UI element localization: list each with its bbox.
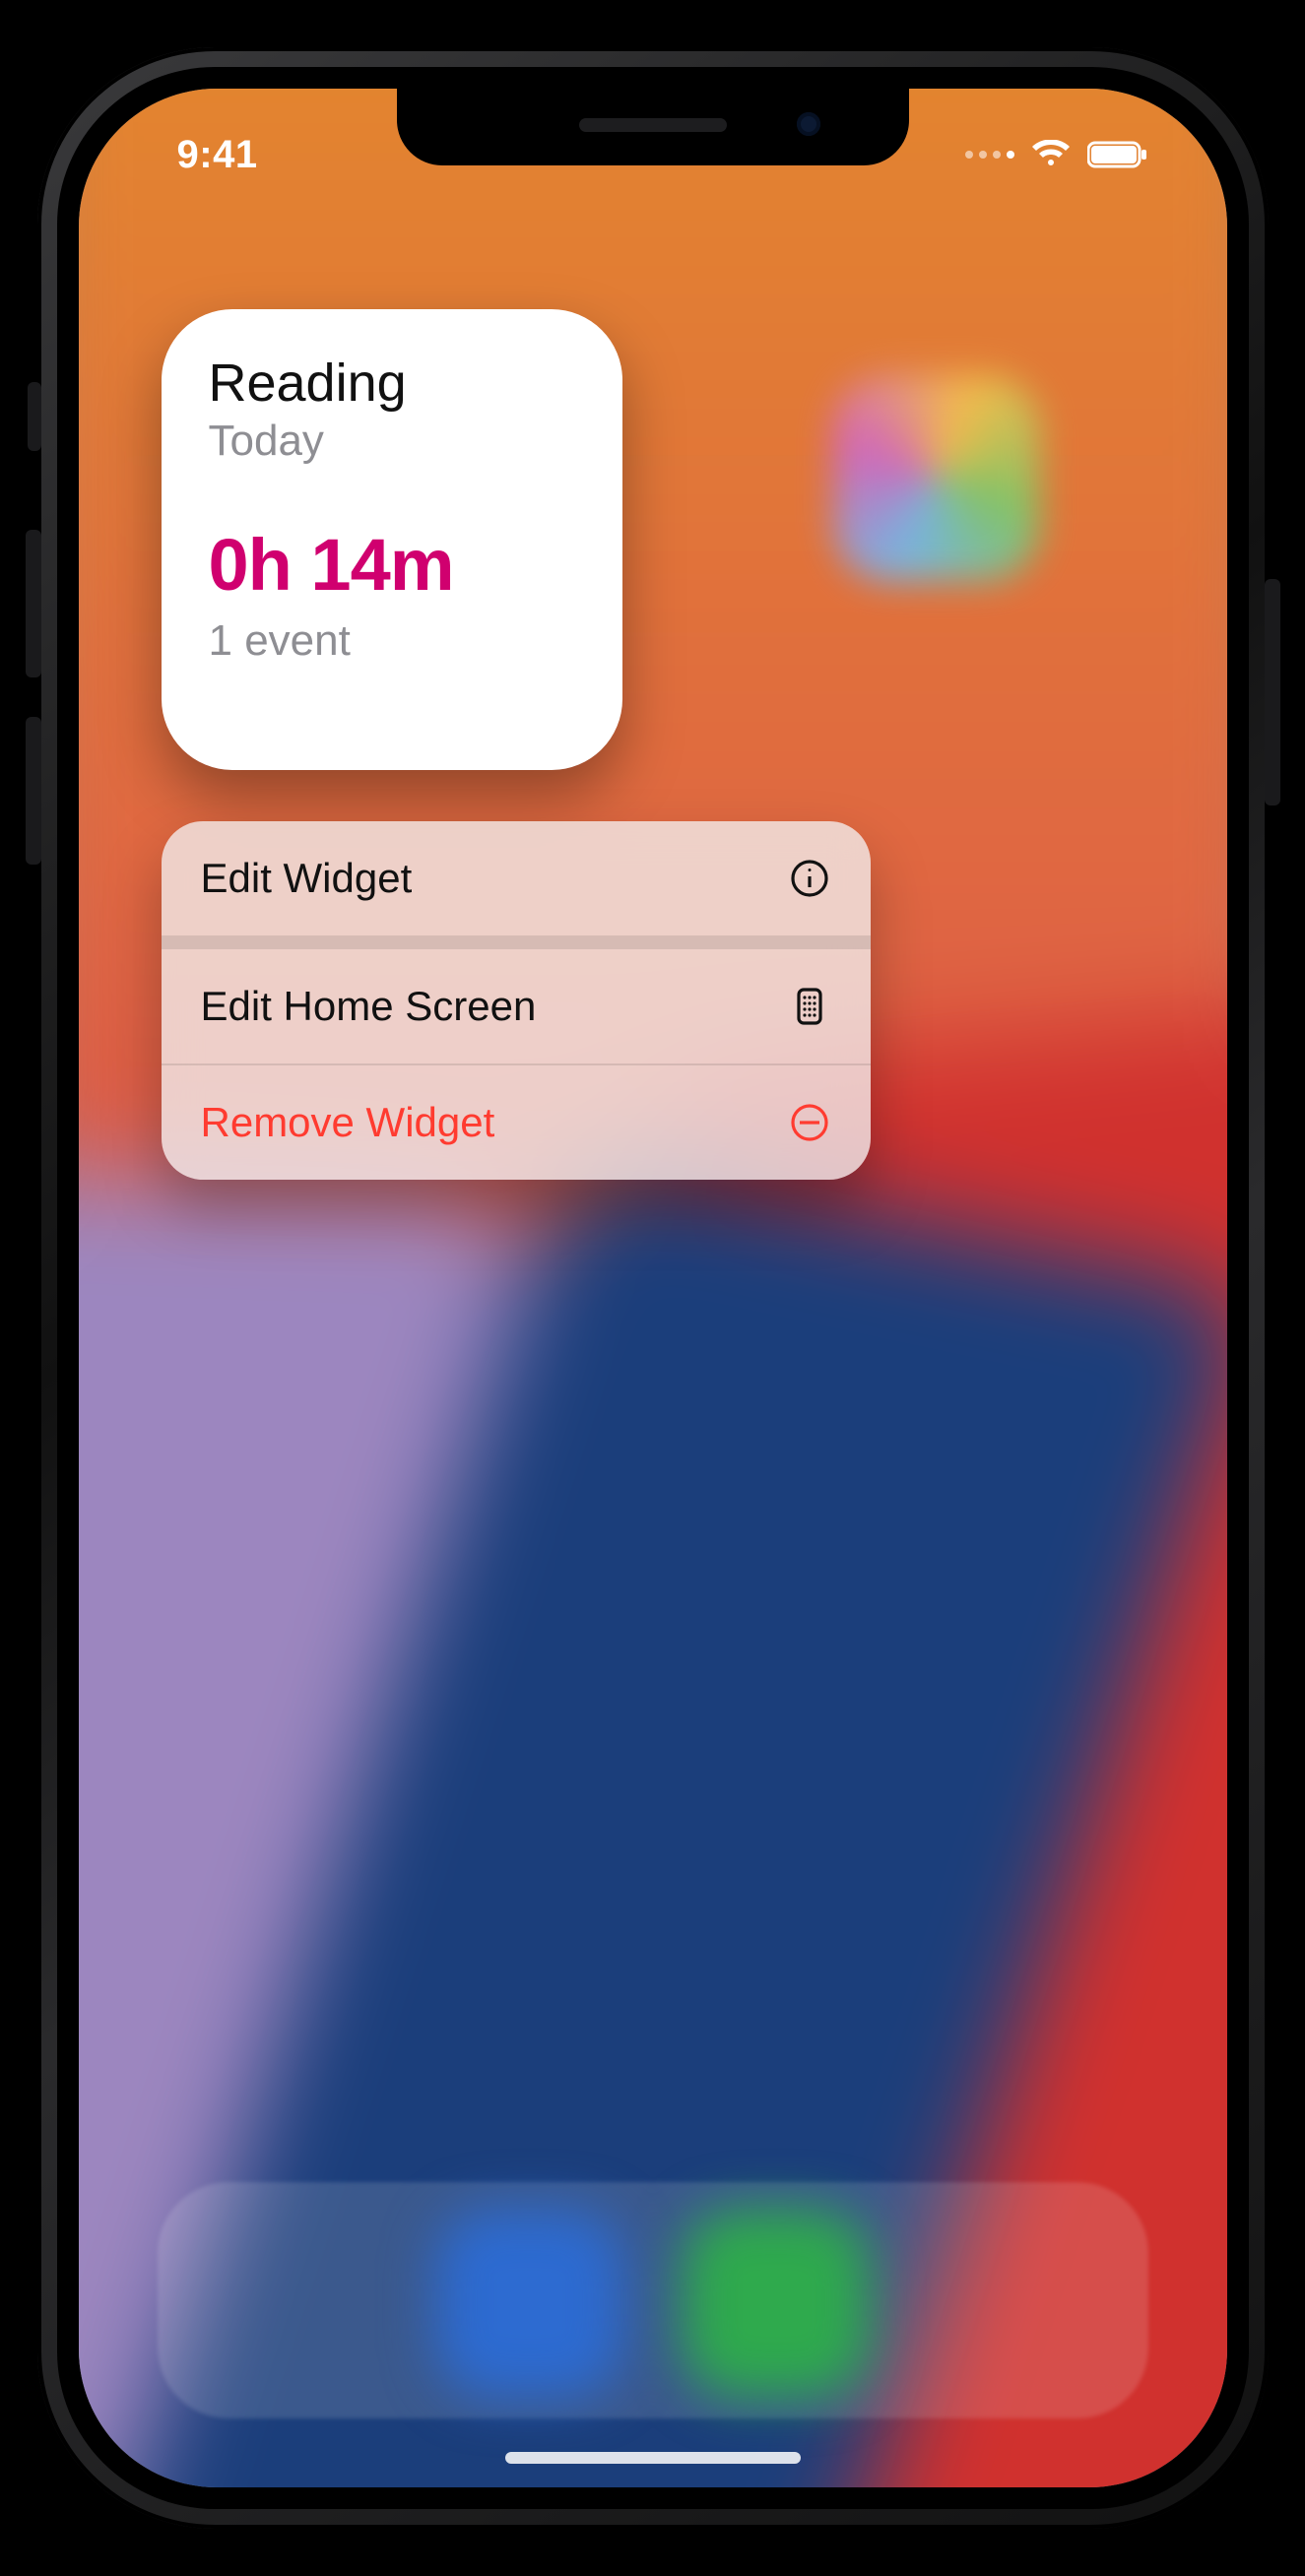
widget-context-menu: Edit Widget Edit Home Screen [162,821,871,1180]
apps-grid-icon [788,985,831,1028]
silence-switch [28,382,41,451]
menu-edit-home-screen[interactable]: Edit Home Screen [162,949,871,1063]
widget-title: Reading [209,354,575,413]
phone-bezel: 9:41 Reading [57,67,1249,2509]
front-camera [797,112,820,136]
menu-label: Remove Widget [201,1099,495,1146]
screen[interactable]: 9:41 Reading [79,89,1227,2487]
speaker-grille [579,118,727,132]
remove-minus-icon [788,1101,831,1144]
battery-icon [1087,141,1148,168]
blurred-app-icon [833,374,1040,581]
device-mockup: 9:41 Reading [0,0,1305,2576]
menu-label: Edit Widget [201,855,413,902]
menu-label: Edit Home Screen [201,983,537,1030]
widget-duration: 0h 14m [209,523,575,607]
wifi-icon [1030,140,1072,169]
widget-events: 1 event [209,616,575,666]
menu-remove-widget[interactable]: Remove Widget [162,1065,871,1180]
status-icons [965,116,1158,169]
home-indicator[interactable] [505,2452,801,2464]
dock-app-blurred [436,2210,623,2397]
volume-down-button [26,717,41,865]
menu-edit-widget[interactable]: Edit Widget [162,821,871,935]
volume-up-button [26,530,41,677]
status-time: 9:41 [148,109,258,177]
phone-frame: 9:41 Reading [37,47,1269,2529]
notch [397,89,909,165]
cellular-icon [965,151,1014,159]
menu-separator [162,935,871,949]
power-button [1265,579,1280,805]
dock-app-blurred [683,2210,870,2397]
dock [158,2182,1148,2418]
reading-widget[interactable]: Reading Today 0h 14m 1 event [162,309,622,770]
widget-subtitle: Today [209,417,575,466]
info-icon [788,857,831,900]
